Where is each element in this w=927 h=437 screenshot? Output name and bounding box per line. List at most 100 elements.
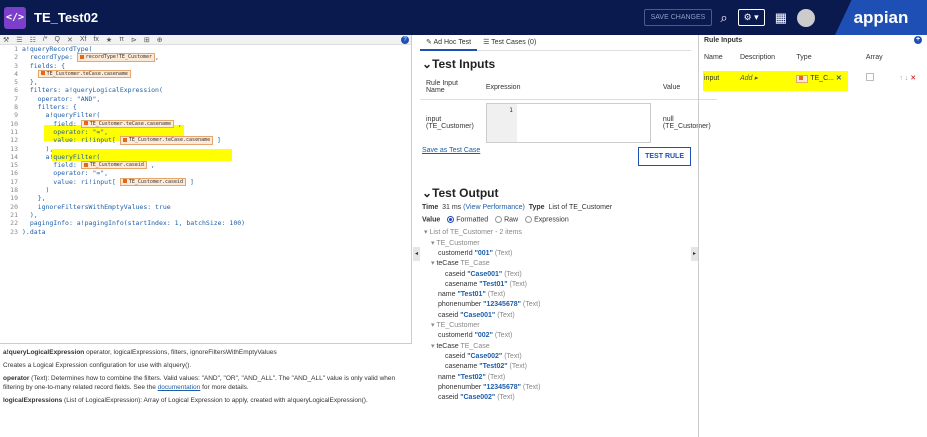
radio-raw[interactable] xyxy=(495,216,503,223)
move-down-icon: ↓ xyxy=(904,75,909,82)
tree-node: phonenumber "12345678" (Text) xyxy=(438,383,541,391)
test-panel: ✎ Ad Hoc Test ☰ Test Cases (0) ⌄Test Inp… xyxy=(420,35,717,437)
collapse-right-icon[interactable]: ▸ xyxy=(691,247,698,261)
test-output: ⌄Test Output Time 31 ms (View Performanc… xyxy=(420,180,690,403)
doc-op-tail: for more details. xyxy=(200,384,249,391)
tree-node: customerId "001" (Text) xyxy=(438,249,513,257)
editor-tool-icon-5[interactable]: ✕ xyxy=(67,36,73,44)
code-line[interactable]: 23).data xyxy=(0,228,411,236)
code-line[interactable]: 8 filters: { xyxy=(0,103,411,111)
test-output-heading[interactable]: ⌄Test Output xyxy=(422,186,690,200)
input-type: (TE_Customer) xyxy=(426,123,474,130)
brand-logo: appian xyxy=(835,0,927,35)
code-line[interactable]: 5 }, xyxy=(0,78,411,86)
doc-sig-params: operator, logicalExpressions, filters, i… xyxy=(84,349,277,356)
code-area[interactable]: 1 a!queryRecordType(2 recordType: recordT… xyxy=(0,45,411,236)
tree-node: caseid "Case002" (Text) xyxy=(438,394,515,402)
editor-tool-icon-0[interactable]: ⚒ xyxy=(3,36,9,44)
test-rule-button[interactable]: TEST RULE xyxy=(638,147,691,166)
delete-icon: ✕ xyxy=(910,75,917,82)
save-as-test-case-link[interactable]: Save as Test Case xyxy=(422,147,480,154)
avatar[interactable] xyxy=(797,8,815,27)
code-line[interactable]: 16 operator: "=", xyxy=(0,169,411,177)
add-icon[interactable]: + xyxy=(914,36,922,44)
col-description: Description xyxy=(739,54,775,61)
tree-node: name "Test02" (Text) xyxy=(438,373,506,381)
code-line[interactable]: 13 ), xyxy=(0,145,411,153)
tree-node[interactable]: ▾ TE_Customer xyxy=(420,321,690,331)
doc-description: Creates a Logical Expression configurati… xyxy=(3,362,192,369)
code-line[interactable]: 9 a!queryFilter( xyxy=(0,111,411,119)
code-line[interactable]: 6 filters: a!queryLogicalExpression( xyxy=(0,86,411,94)
function-documentation: a!queryLogicalExpression operator, logic… xyxy=(0,343,412,437)
save-changes-button[interactable]: SAVE CHANGES xyxy=(643,9,713,26)
editor-tool-icon-3[interactable]: /* xyxy=(43,36,48,43)
code-line[interactable]: 14 a!queryFilter( xyxy=(0,153,411,161)
code-line[interactable]: 21 ), xyxy=(0,211,411,219)
expression-editor[interactable]: ⚒ ☰ ☷ /* Q ✕ Xf fx ★ π ⊳ ⊞ ⊕ ? 1 a!queryRecordType(2 … xyxy=(0,35,412,343)
col-type: Type xyxy=(796,54,812,61)
help-icon[interactable]: ? xyxy=(401,36,409,44)
interface-logo-icon: </> xyxy=(4,6,26,29)
editor-tool-icon-4[interactable]: Q xyxy=(55,36,60,43)
code-line[interactable]: 22 pagingInfo: a!pagingInfo(startIndex: … xyxy=(0,219,411,227)
tree-node[interactable]: ▾ teCase TE_Case xyxy=(420,342,690,352)
editor-tool-icon-2[interactable]: ☷ xyxy=(30,36,36,44)
tab-ad-hoc-test[interactable]: ✎ Ad Hoc Test xyxy=(420,35,478,51)
collapse-left-icon[interactable]: ◂ xyxy=(413,247,420,261)
editor-tool-icon-1[interactable]: ☰ xyxy=(16,36,22,44)
code-line[interactable]: 4 TE_Customer.teCase.casename xyxy=(0,69,411,79)
code-line[interactable]: 11 operator: "=", xyxy=(0,128,411,136)
rule-input-name[interactable]: input xyxy=(699,68,735,88)
editor-tool-icon-10[interactable]: ⊳ xyxy=(131,36,137,44)
tree-node[interactable]: ▾ List of TE_Customer - 2 items xyxy=(420,228,690,238)
view-performance-link[interactable]: (View Performance) xyxy=(463,204,525,211)
tree-node: caseid "Case002" (Text) xyxy=(445,352,522,360)
tree-node[interactable]: ▾ TE_Customer xyxy=(420,239,690,249)
rule-inputs-panel: Rule Inputs + Name Description Type Array… xyxy=(698,35,927,437)
editor-tool-icon-12[interactable]: ⊕ xyxy=(157,36,163,44)
radio-expression[interactable] xyxy=(525,216,533,223)
code-line[interactable]: 2 recordType: recordType!TE_Customer, xyxy=(0,53,411,62)
code-line[interactable]: 12 value: ri!input[ TE_Customer.teCase.c… xyxy=(0,136,411,145)
col-rule-input-name: Rule Input Name xyxy=(420,75,480,100)
rule-inputs-table: Name Description Type Array input Add ▸ … xyxy=(699,47,927,88)
row-actions[interactable]: ↑ ↓ ✕ xyxy=(894,68,927,88)
settings-menu-button[interactable]: ⚙ ▾ xyxy=(737,9,765,26)
documentation-link[interactable]: documentation xyxy=(158,384,201,391)
code-line[interactable]: 3 fields: { xyxy=(0,62,411,70)
tree-node: caseid "Case001" (Text) xyxy=(438,311,515,319)
tree-node: phonenumber "12345678" (Text) xyxy=(438,301,541,309)
code-line[interactable]: 19 }, xyxy=(0,194,411,202)
code-line[interactable]: 17 value: ri!input[ TE_Customer.caseid ] xyxy=(0,177,411,187)
record-field-token: TE_Customer.teCase.casename xyxy=(80,119,174,128)
code-line[interactable]: 10 field: TE_Customer.teCase.casename , xyxy=(0,119,411,128)
record-field-token: TE_Customer.caseid xyxy=(80,161,147,170)
code-line[interactable]: 15 field: TE_Customer.caseid , xyxy=(0,161,411,170)
search-icon[interactable]: ⌕ xyxy=(720,10,727,26)
tree-node[interactable]: ▾ teCase TE_Case xyxy=(420,259,690,269)
add-description[interactable]: Add ▸ xyxy=(735,68,791,88)
code-line[interactable]: 1 a!queryRecordType( xyxy=(0,45,411,53)
editor-tool-icon-9[interactable]: π xyxy=(119,36,124,43)
editor-tool-icon-8[interactable]: ★ xyxy=(106,36,112,44)
page-title: TE_Test02 xyxy=(34,10,99,25)
array-checkbox[interactable] xyxy=(861,68,895,88)
top-bar: </> TE_Test02 SAVE CHANGES ⌕ ⚙ ▾ ▦ appia… xyxy=(0,0,927,35)
editor-tool-icon-7[interactable]: fx xyxy=(93,36,98,43)
rule-input-type[interactable]: TE_C... ✕ xyxy=(791,68,860,88)
table-row: input Add ▸ TE_C... ✕ ↑ ↓ ✕ xyxy=(699,68,927,88)
grid-icon[interactable]: ▦ xyxy=(775,10,787,26)
code-line[interactable]: 20 ignoreFiltersWithEmptyValues: true xyxy=(0,203,411,211)
editor-tool-icon-11[interactable]: ⊞ xyxy=(144,36,150,44)
radio-formatted[interactable] xyxy=(447,216,455,223)
code-line[interactable]: 18 ) xyxy=(0,186,411,194)
editor-tool-icon-6[interactable]: Xf xyxy=(80,36,87,43)
test-inputs-heading[interactable]: ⌄Test Inputs xyxy=(422,57,691,71)
test-inputs-table: Rule Input Name Expression Value input (T… xyxy=(420,75,717,146)
expression-input[interactable]: 1 xyxy=(485,103,651,143)
move-up-icon: ↑ xyxy=(899,75,903,82)
time-value: 31 ms xyxy=(442,204,462,211)
code-line[interactable]: 7 operator: "AND", xyxy=(0,95,411,103)
tab-test-cases[interactable]: ☰ Test Cases (0) xyxy=(477,35,542,51)
